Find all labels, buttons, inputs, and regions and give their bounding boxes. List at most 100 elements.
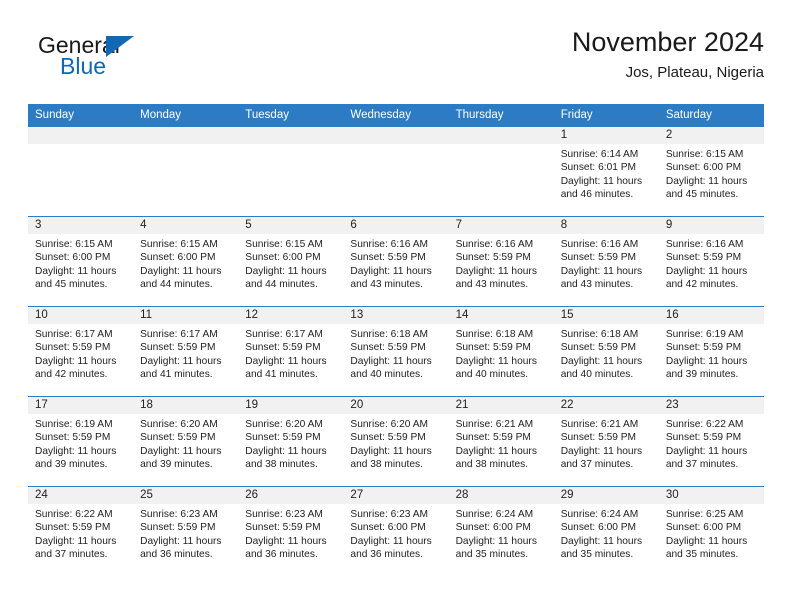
daylight-text: Daylight: 11 hours and 36 minutes. (140, 535, 222, 561)
sunrise-text: Sunrise: 6:23 AM (350, 509, 429, 520)
day-details: Sunrise: 6:16 AM Sunset: 5:59 PM Daylight:… (449, 234, 554, 292)
daylight-text: Daylight: 11 hours and 35 minutes. (665, 535, 748, 561)
day-cell[interactable]: 5 Sunrise: 6:15 AM Sunset: 6:00 PM Daylight… (238, 216, 344, 306)
calendar-cell: 10 Sunrise: 6:17 AM Sunset: 5:59 PM Dayligh… (28, 306, 134, 396)
sunset-text: Sunset: 5:59 PM (245, 432, 321, 444)
day-number: 22 (553, 397, 659, 414)
day-cell[interactable]: 4 Sunrise: 6:15 AM Sunset: 6:00 PM Daylight… (133, 216, 239, 306)
sunrise-text: Sunrise: 6:16 AM (665, 239, 744, 250)
sunrise-text: Sunrise: 6:15 AM (245, 239, 323, 250)
day-details: Sunrise: 6:18 AM Sunset: 5:59 PM Daylight:… (449, 324, 554, 382)
day-number (448, 127, 554, 144)
day-number: 12 (238, 307, 344, 324)
day-number: 3 (28, 217, 134, 234)
sunset-text: Sunset: 5:59 PM (140, 342, 216, 354)
day-details: Sunrise: 6:24 AM Sunset: 6:00 PM Daylight:… (554, 504, 659, 562)
calendar-week-row: 1 Sunrise: 6:14 AM Sunset: 6:01 PM Daylight… (28, 126, 764, 216)
day-cell[interactable]: 6 Sunrise: 6:16 AM Sunset: 5:59 PM Daylight… (343, 216, 449, 306)
day-cell[interactable]: 23 Sunrise: 6:22 AM Sunset: 5:59 PM Dayligh… (658, 396, 764, 486)
day-cell[interactable]: 25 Sunrise: 6:23 AM Sunset: 5:59 PM Dayligh… (133, 486, 239, 576)
sunrise-text: Sunrise: 6:20 AM (245, 419, 323, 430)
day-cell[interactable]: 16 Sunrise: 6:19 AM Sunset: 5:59 PM Dayligh… (658, 306, 764, 396)
day-cell[interactable]: 24 Sunrise: 6:22 AM Sunset: 5:59 PM Dayligh… (28, 486, 134, 576)
calendar-cell: 1 Sunrise: 6:14 AM Sunset: 6:01 PM Daylight… (553, 126, 659, 216)
daylight-text: Daylight: 11 hours and 37 minutes. (560, 445, 643, 471)
day-number: 10 (28, 307, 134, 324)
day-details: Sunrise: 6:22 AM Sunset: 5:59 PM Daylight:… (28, 504, 133, 562)
day-cell[interactable]: 8 Sunrise: 6:16 AM Sunset: 5:59 PM Daylight… (553, 216, 659, 306)
day-cell[interactable]: 17 Sunrise: 6:19 AM Sunset: 5:59 PM Dayligh… (28, 396, 134, 486)
day-cell[interactable]: 7 Sunrise: 6:16 AM Sunset: 5:59 PM Daylight… (448, 216, 554, 306)
day-details: Sunrise: 6:20 AM Sunset: 5:59 PM Daylight:… (238, 414, 343, 472)
day-cell[interactable]: 29 Sunrise: 6:24 AM Sunset: 6:00 PM Dayligh… (553, 486, 659, 576)
day-details: Sunrise: 6:14 AM Sunset: 6:01 PM Daylight:… (554, 144, 659, 202)
sunset-text: Sunset: 6:00 PM (140, 252, 216, 264)
daylight-text: Daylight: 11 hours and 44 minutes. (245, 265, 327, 291)
sunrise-text: Sunrise: 6:23 AM (245, 509, 323, 520)
brand-logo[interactable]: General Blue (28, 32, 248, 92)
day-cell[interactable]: 14 Sunrise: 6:18 AM Sunset: 5:59 PM Dayligh… (448, 306, 554, 396)
sunrise-text: Sunrise: 6:21 AM (455, 419, 534, 430)
calendar-week-row: 10 Sunrise: 6:17 AM Sunset: 5:59 PM Dayligh… (28, 306, 764, 396)
weekday-header-monday: Monday (133, 104, 239, 126)
sunset-text: Sunset: 5:59 PM (665, 342, 742, 354)
sunrise-text: Sunrise: 6:17 AM (140, 329, 218, 340)
day-cell[interactable]: 2 Sunrise: 6:15 AM Sunset: 6:00 PM Daylight… (658, 126, 764, 216)
calendar-cell: 15 Sunrise: 6:18 AM Sunset: 5:59 PM Dayligh… (553, 306, 659, 396)
day-details: Sunrise: 6:22 AM Sunset: 5:59 PM Daylight:… (659, 414, 764, 472)
daylight-text: Daylight: 11 hours and 37 minutes. (665, 445, 748, 471)
sunset-text: Sunset: 5:59 PM (560, 432, 637, 444)
sunrise-text: Sunrise: 6:25 AM (665, 509, 744, 520)
day-cell[interactable]: 9 Sunrise: 6:16 AM Sunset: 5:59 PM Daylight… (658, 216, 764, 306)
day-details: Sunrise: 6:15 AM Sunset: 6:00 PM Daylight:… (133, 234, 238, 292)
sunset-text: Sunset: 6:00 PM (665, 162, 742, 174)
day-cell[interactable]: 28 Sunrise: 6:24 AM Sunset: 6:00 PM Dayligh… (448, 486, 554, 576)
day-number: 2 (658, 127, 764, 144)
day-cell[interactable]: 12 Sunrise: 6:17 AM Sunset: 5:59 PM Dayligh… (238, 306, 344, 396)
day-cell[interactable]: 27 Sunrise: 6:23 AM Sunset: 6:00 PM Dayligh… (343, 486, 449, 576)
day-details: Sunrise: 6:21 AM Sunset: 5:59 PM Daylight:… (449, 414, 554, 472)
daylight-text: Daylight: 11 hours and 41 minutes. (245, 355, 327, 381)
day-number: 27 (343, 487, 449, 504)
calendar-week-row: 3 Sunrise: 6:15 AM Sunset: 6:00 PM Daylight… (28, 216, 764, 306)
day-cell[interactable]: 15 Sunrise: 6:18 AM Sunset: 5:59 PM Dayligh… (553, 306, 659, 396)
day-number (238, 127, 344, 144)
weekday-header-saturday: Saturday (658, 104, 764, 126)
day-details: Sunrise: 6:19 AM Sunset: 5:59 PM Daylight:… (659, 324, 764, 382)
day-number: 6 (343, 217, 449, 234)
day-cell[interactable]: 3 Sunrise: 6:15 AM Sunset: 6:00 PM Daylight… (28, 216, 134, 306)
sunset-text: Sunset: 6:01 PM (560, 162, 637, 174)
day-number: 21 (448, 397, 554, 414)
day-cell[interactable]: 10 Sunrise: 6:17 AM Sunset: 5:59 PM Dayligh… (28, 306, 134, 396)
day-cell[interactable]: 21 Sunrise: 6:21 AM Sunset: 5:59 PM Dayligh… (448, 396, 554, 486)
calendar-cell: 24 Sunrise: 6:22 AM Sunset: 5:59 PM Dayligh… (28, 486, 134, 576)
calendar-body: 1 Sunrise: 6:14 AM Sunset: 6:01 PM Daylight… (28, 126, 764, 576)
sunset-text: Sunset: 5:59 PM (455, 342, 531, 354)
weekday-header-friday: Friday (553, 104, 659, 126)
daylight-text: Daylight: 11 hours and 42 minutes. (665, 265, 748, 291)
sunset-text: Sunset: 6:00 PM (35, 252, 111, 264)
sunset-text: Sunset: 6:00 PM (455, 522, 531, 534)
calendar-cell: 19 Sunrise: 6:20 AM Sunset: 5:59 PM Dayligh… (238, 396, 344, 486)
calendar-cell: 7 Sunrise: 6:16 AM Sunset: 5:59 PM Daylight… (448, 216, 554, 306)
day-cell[interactable]: 20 Sunrise: 6:20 AM Sunset: 5:59 PM Dayligh… (343, 396, 449, 486)
day-cell[interactable]: 19 Sunrise: 6:20 AM Sunset: 5:59 PM Dayligh… (238, 396, 344, 486)
day-cell[interactable]: 11 Sunrise: 6:17 AM Sunset: 5:59 PM Dayligh… (133, 306, 239, 396)
day-details: Sunrise: 6:18 AM Sunset: 5:59 PM Daylight:… (343, 324, 448, 382)
daylight-text: Daylight: 11 hours and 35 minutes. (560, 535, 643, 561)
calendar-cell: 20 Sunrise: 6:20 AM Sunset: 5:59 PM Dayligh… (343, 396, 449, 486)
day-cell[interactable]: 22 Sunrise: 6:21 AM Sunset: 5:59 PM Dayligh… (553, 396, 659, 486)
daylight-text: Daylight: 11 hours and 44 minutes. (140, 265, 222, 291)
day-cell[interactable]: 26 Sunrise: 6:23 AM Sunset: 5:59 PM Dayligh… (238, 486, 344, 576)
sunset-text: Sunset: 5:59 PM (350, 252, 426, 264)
weekday-header-sunday: Sunday (28, 104, 134, 126)
daylight-text: Daylight: 11 hours and 45 minutes. (665, 175, 748, 201)
day-details: Sunrise: 6:16 AM Sunset: 5:59 PM Daylight:… (659, 234, 764, 292)
day-cell[interactable]: 1 Sunrise: 6:14 AM Sunset: 6:01 PM Daylight… (553, 126, 659, 216)
sunset-text: Sunset: 5:59 PM (560, 252, 637, 264)
day-cell[interactable]: 13 Sunrise: 6:18 AM Sunset: 5:59 PM Dayligh… (343, 306, 449, 396)
page-header: General Blue November 2024 Jos, Plateau,… (28, 26, 764, 96)
day-cell[interactable]: 30 Sunrise: 6:25 AM Sunset: 6:00 PM Dayligh… (658, 486, 764, 576)
day-cell[interactable]: 18 Sunrise: 6:20 AM Sunset: 5:59 PM Dayligh… (133, 396, 239, 486)
calendar-cell: 6 Sunrise: 6:16 AM Sunset: 5:59 PM Daylight… (343, 216, 449, 306)
